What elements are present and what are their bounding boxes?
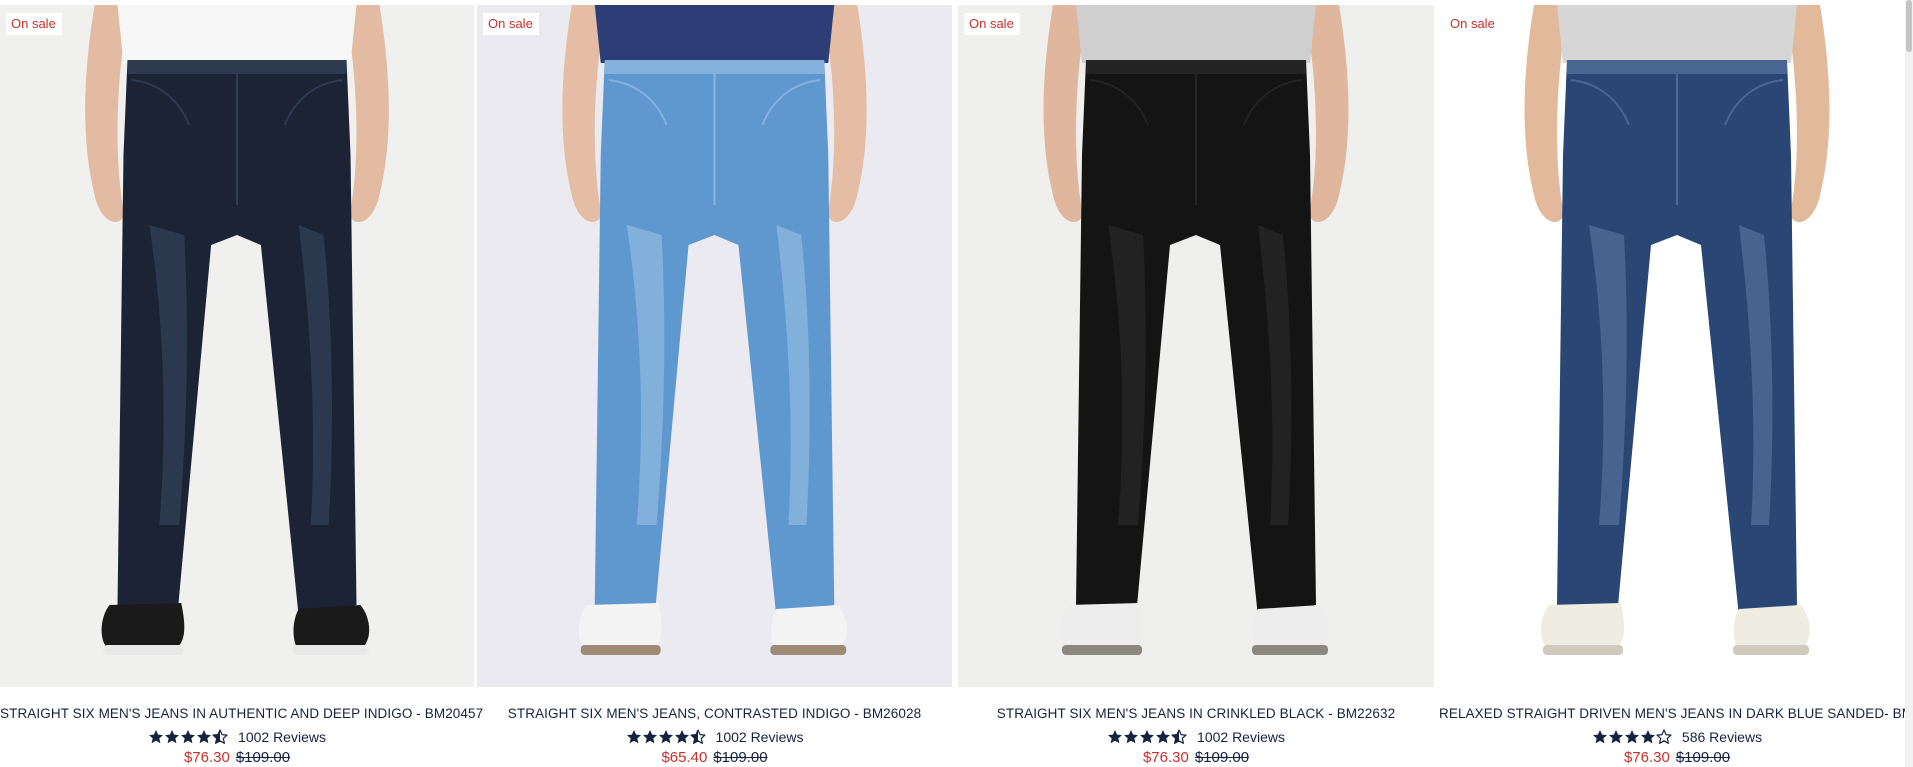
reviews-count: 586 Reviews	[1681, 729, 1763, 745]
product-image[interactable]	[958, 5, 1434, 687]
on-sale-badge: On sale	[964, 13, 1020, 35]
scrollbar-thumb[interactable]	[1906, 0, 1912, 52]
star-icon	[1640, 730, 1655, 744]
star-rating	[148, 729, 228, 749]
original-price: $109.00	[1194, 749, 1250, 766]
product-price: $76.30 $109.00	[958, 749, 1434, 767]
star-icon	[1592, 730, 1607, 744]
star-rating	[626, 729, 706, 749]
star-icon	[181, 730, 196, 744]
product-image[interactable]	[0, 5, 474, 687]
star-icon	[1108, 730, 1123, 744]
product-rating[interactable]: 1002 Reviews	[477, 728, 952, 749]
star-half-icon	[1171, 729, 1187, 744]
star-icon	[1624, 730, 1639, 744]
star-icon	[165, 730, 180, 744]
jeans-photo	[1439, 5, 1913, 687]
product-rating[interactable]: 1002 Reviews	[958, 728, 1434, 749]
product-price: $65.40 $109.00	[477, 749, 952, 767]
product-card[interactable]: On sale STRAIGHT SIX MEN'S JEANS IN CRIN…	[958, 5, 1434, 767]
star-icon	[1124, 730, 1139, 744]
sale-price: $76.30	[1142, 749, 1189, 766]
on-sale-badge: On sale	[483, 13, 539, 35]
star-icon	[197, 730, 212, 744]
star-icon	[674, 730, 689, 744]
star-icon	[1140, 730, 1155, 744]
star-half-icon	[689, 729, 706, 744]
product-price: $76.30 $109.00	[1439, 749, 1913, 767]
on-sale-badge: On sale	[6, 13, 62, 35]
star-icon	[1608, 730, 1623, 744]
star-rating	[1592, 729, 1672, 749]
page-scrollbar[interactable]	[1905, 0, 1913, 767]
product-image[interactable]	[1439, 5, 1913, 687]
star-icon	[149, 730, 164, 744]
product-title-link[interactable]: STRAIGHT SIX MEN'S JEANS IN AUTHENTIC AN…	[0, 705, 483, 723]
original-price: $109.00	[713, 749, 768, 766]
reviews-count: 1002 Reviews	[715, 729, 804, 745]
reviews-count: 1002 Reviews	[1197, 729, 1285, 745]
sale-price: $65.40	[661, 749, 708, 766]
product-title-link[interactable]: STRAIGHT SIX MEN'S JEANS IN CRINKLED BLA…	[958, 705, 1434, 723]
product-price: $76.30 $109.00	[0, 749, 474, 767]
on-sale-badge: On sale	[1445, 13, 1501, 35]
product-card[interactable]: On sale STRAIGHT SIX MEN'S JEANS IN AUTH…	[0, 5, 483, 767]
reviews-count: 1002 Reviews	[238, 729, 326, 745]
product-title-link[interactable]: STRAIGHT SIX MEN'S JEANS, CONTRASTED IND…	[477, 705, 952, 723]
product-card[interactable]: On sale STRAIGHT SIX MEN'S JEANS, CONTRA…	[477, 5, 952, 767]
sale-price: $76.30	[1623, 749, 1670, 766]
product-rating[interactable]: 1002 Reviews	[0, 728, 474, 749]
product-card[interactable]: On sale RELAXED STRAIGHT DRIVEN MEN'S JE…	[1439, 5, 1913, 767]
star-rating	[1107, 729, 1187, 749]
original-price: $109.00	[1675, 749, 1731, 766]
star-icon	[642, 730, 657, 744]
jeans-photo	[0, 5, 474, 687]
original-price: $109.00	[235, 749, 291, 766]
star-icon	[1156, 730, 1171, 744]
star-outline-icon	[1656, 729, 1672, 744]
star-icon	[626, 730, 641, 744]
product-image[interactable]	[477, 5, 952, 687]
jeans-photo	[477, 5, 952, 687]
sale-price: $76.30	[183, 749, 230, 766]
product-grid: On sale STRAIGHT SIX MEN'S JEANS IN AUTH…	[0, 5, 1913, 767]
jeans-photo	[958, 5, 1434, 687]
product-title-link[interactable]: RELAXED STRAIGHT DRIVEN MEN'S JEANS IN D…	[1439, 705, 1913, 723]
star-half-icon	[212, 729, 228, 744]
product-rating[interactable]: 586 Reviews	[1439, 728, 1913, 749]
star-icon	[658, 730, 673, 744]
